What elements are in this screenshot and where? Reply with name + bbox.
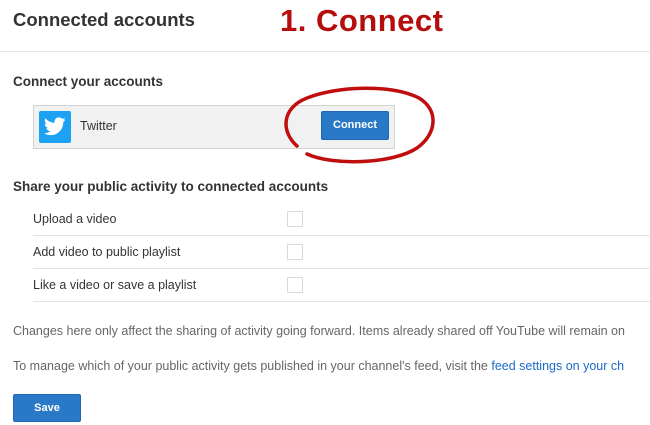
twitter-bird-icon [39, 111, 71, 143]
step-annotation: 1. Connect [280, 3, 444, 38]
sharing-note: Changes here only affect the sharing of … [13, 324, 625, 338]
activity-option-like: Like a video or save a playlist [33, 269, 650, 302]
save-button[interactable]: Save [13, 394, 81, 422]
upload-video-checkbox[interactable] [287, 211, 303, 227]
feed-settings-link[interactable]: feed settings on your ch [491, 359, 624, 373]
connect-section-heading: Connect your accounts [13, 74, 164, 89]
manage-feed-note-text: To manage which of your public activity … [13, 359, 492, 373]
page-title: Connected accounts [13, 9, 195, 30]
add-to-playlist-checkbox[interactable] [287, 244, 303, 260]
activity-option-upload: Upload a video [33, 203, 650, 236]
page-header: Connected accounts 1. Connect [0, 0, 650, 52]
activity-option-label: Like a video or save a playlist [33, 278, 197, 292]
twitter-account-row: Twitter Connect [33, 105, 395, 149]
activity-option-label: Add video to public playlist [33, 245, 181, 259]
connect-button[interactable]: Connect [321, 111, 389, 140]
activity-option-label: Upload a video [33, 212, 117, 226]
share-section-heading: Share your public activity to connected … [13, 179, 329, 194]
manage-feed-note: To manage which of your public activity … [13, 359, 624, 373]
like-video-checkbox[interactable] [287, 277, 303, 293]
account-name: Twitter [80, 119, 117, 133]
activity-option-playlist: Add video to public playlist [33, 236, 650, 269]
activity-options-list: Upload a video Add video to public playl… [33, 203, 650, 302]
